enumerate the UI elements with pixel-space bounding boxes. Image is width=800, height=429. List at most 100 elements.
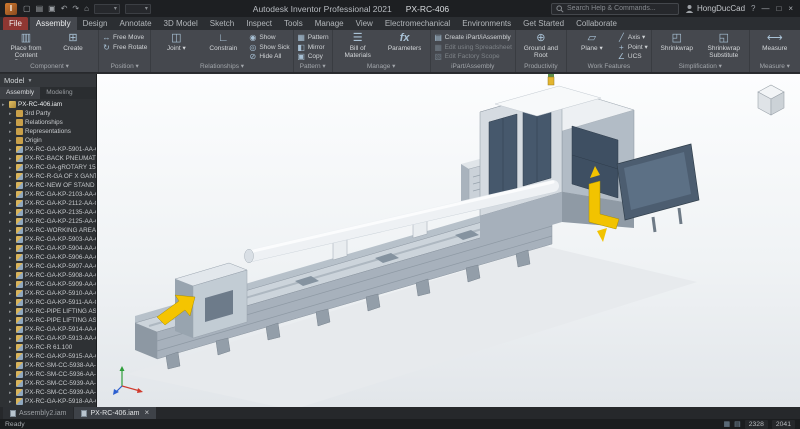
ribbon-button-hide-all[interactable]: ⊘Hide All <box>248 53 289 62</box>
expand-arrow-icon[interactable]: ▸ <box>9 300 14 306</box>
tree-item[interactable]: ▸PX-RC-GA-KP-2112-AA-COLOUR <box>0 199 96 208</box>
tree-item[interactable]: ▸PX-RC-GA-KP-5908-AA-COLOUR <box>0 271 96 280</box>
ribbon-button-bill-of-materials[interactable]: ☰Bill of Materials <box>336 32 380 59</box>
expand-arrow-icon[interactable]: ▸ <box>9 246 14 252</box>
expand-arrow-icon[interactable]: ▸ <box>9 228 14 234</box>
expand-arrow-icon[interactable]: ▸ <box>9 318 14 324</box>
model-3d[interactable] <box>97 74 800 407</box>
expand-arrow-icon[interactable]: ▸ <box>9 210 14 216</box>
ribbon-tab-inspect[interactable]: Inspect <box>240 17 278 30</box>
tab-modeling[interactable]: Modeling <box>40 87 78 99</box>
expand-arrow-icon[interactable]: ▸ <box>9 174 14 180</box>
expand-arrow-icon[interactable]: ▸ <box>9 138 14 144</box>
expand-arrow-icon[interactable]: ▸ <box>9 255 14 261</box>
expand-arrow-icon[interactable]: ▸ <box>9 372 14 378</box>
tree-item[interactable]: ▸Origin <box>0 136 96 145</box>
tree-item[interactable]: ▸PX-RC-GA-KP-5906-AA-COLOUR... <box>0 253 96 262</box>
tree-item[interactable]: ▸PX-RC-GA-gROTARY 1530. <box>0 163 96 172</box>
ribbon-tab-get-started[interactable]: Get Started <box>517 17 570 30</box>
expand-arrow-icon[interactable]: ▸ <box>9 120 14 126</box>
ribbon-group-label-component[interactable]: Component ▾ <box>4 62 95 72</box>
tree-item[interactable]: ▸PX-RC-SM-CC-5939-AA-COLOUR... <box>0 388 96 397</box>
expand-arrow-icon[interactable]: ▸ <box>9 129 14 135</box>
ribbon-tab-view[interactable]: View <box>350 17 379 30</box>
tree-item[interactable]: ▸PX-RC-PIPE LIFTING ASM FOR GA... <box>0 307 96 316</box>
ribbon-button-free-rotate[interactable]: ↻Free Rotate <box>102 44 147 53</box>
tree-item[interactable]: ▸PX-RC-GA-KP-5907-AA-COLOUR <box>0 262 96 271</box>
inventor-logo-icon[interactable]: I <box>5 3 17 15</box>
search-input[interactable]: Search Help & Commands... <box>551 3 679 15</box>
ribbon-group-label-simplification[interactable]: Simplification ▾ <box>655 62 746 72</box>
viewport-3d[interactable] <box>97 74 800 407</box>
ribbon-tab-electromechanical[interactable]: Electromechanical <box>379 17 456 30</box>
tree-item[interactable]: ▸PX-RC-SM-CC-5938-AA-COLOUR... <box>0 361 96 370</box>
ribbon-group-label-productivity[interactable]: Productivity <box>519 62 563 72</box>
ribbon-tab-assembly[interactable]: Assembly <box>30 17 77 30</box>
expand-arrow-icon[interactable]: ▸ <box>9 291 14 297</box>
ribbon-button-joint[interactable]: ◫Joint ▾ <box>154 32 198 52</box>
expand-arrow-icon[interactable]: ▸ <box>9 345 14 351</box>
close-icon[interactable]: × <box>788 4 793 13</box>
ribbon-button-parameters[interactable]: fxParameters <box>383 32 427 52</box>
ribbon-group-label-position[interactable]: Position ▾ <box>102 62 147 72</box>
maximize-icon[interactable]: □ <box>777 4 782 13</box>
tree-item[interactable]: ▸PX-RC-SM-CC-5936-AA-COLOUR... <box>0 370 96 379</box>
tree-item[interactable]: ▸PX-RC-406.iam <box>0 100 96 109</box>
expand-arrow-icon[interactable]: ▸ <box>9 111 14 117</box>
expand-arrow-icon[interactable]: ▸ <box>9 147 14 153</box>
close-tab-icon[interactable]: × <box>144 409 149 417</box>
expand-arrow-icon[interactable]: ▸ <box>2 102 7 108</box>
qat-dropdown[interactable]: ▾ <box>125 4 151 14</box>
ribbon-group-label-pattern[interactable]: Pattern ▾ <box>297 62 329 72</box>
save-icon[interactable]: ▣ <box>48 4 56 14</box>
tree-item[interactable]: ▸PX-RC-GA-KP-5910-AA-COLOUR... <box>0 289 96 298</box>
tree-item[interactable]: ▸PX-RC-GA-KP-2103-AA-COLOUR... <box>0 190 96 199</box>
ribbon-tab-annotate[interactable]: Annotate <box>113 17 157 30</box>
expand-arrow-icon[interactable]: ▸ <box>9 156 14 162</box>
tree-item[interactable]: ▸PX-RC-GA-KP-5909-AA-COLOUR... <box>0 280 96 289</box>
tree-item[interactable]: ▸3rd Party <box>0 109 96 118</box>
tree-item[interactable]: ▸PX-RC-GA-KP-5911-AA-COLOUR <box>0 298 96 307</box>
ribbon-tab-design[interactable]: Design <box>77 17 114 30</box>
ribbon-tab-tools[interactable]: Tools <box>278 17 309 30</box>
tree-item[interactable]: ▸PX-RC-GA-KP-5903-AA-COLOUR... <box>0 235 96 244</box>
ribbon-button-mirror[interactable]: ◧Mirror <box>297 44 329 53</box>
ribbon-button-copy[interactable]: ▣Copy <box>297 53 329 62</box>
tree-item[interactable]: ▸PX-RC-NEW OF STAND FOR GLOB... <box>0 181 96 190</box>
ribbon-button-constrain[interactable]: ∟Constrain <box>201 32 245 52</box>
ribbon-group-label-manage[interactable]: Manage ▾ <box>336 62 427 72</box>
user-account-button[interactable]: HongDucCad <box>685 4 745 13</box>
tree-item[interactable]: ▸Representations <box>0 127 96 136</box>
ribbon-button-shrinkwrap[interactable]: ◰Shrinkwrap <box>655 32 699 52</box>
tree-item[interactable]: ▸PX-RC-GA-KP-2125-AA-COLOUR <box>0 217 96 226</box>
ribbon-button-measure[interactable]: ⟷Measure <box>753 32 797 52</box>
ribbon-button-ucs[interactable]: ∠UCS <box>617 53 648 62</box>
ribbon-button-pattern[interactable]: ▦Pattern <box>297 34 329 43</box>
expand-arrow-icon[interactable]: ▸ <box>9 363 14 369</box>
undo-icon[interactable]: ↶ <box>61 4 68 14</box>
ribbon-button-point[interactable]: +Point ▾ <box>617 44 648 53</box>
expand-arrow-icon[interactable]: ▸ <box>9 264 14 270</box>
ribbon-button-edit-using-spreadsheet[interactable]: ▦Edit using Spreadsheet <box>434 44 512 53</box>
expand-arrow-icon[interactable]: ▸ <box>9 201 14 207</box>
tree-item[interactable]: ▸PX-RC-R-GA OF X GANTRY ASSEM... <box>0 172 96 181</box>
tree-item[interactable]: ▸PX-RC-GA-KP-5901-AA-COLOUR... <box>0 145 96 154</box>
minimize-icon[interactable]: — <box>762 4 770 13</box>
ribbon-group-label-measure[interactable]: Measure ▾ <box>753 62 797 72</box>
tree-item[interactable]: ▸Relationships <box>0 118 96 127</box>
ribbon-button-axis[interactable]: ╱Axis ▾ <box>617 34 648 43</box>
viewcube[interactable] <box>751 79 791 119</box>
ribbon-button-ground-and-root[interactable]: ⊕Ground and Root <box>519 32 563 59</box>
expand-arrow-icon[interactable]: ▸ <box>9 390 14 396</box>
ribbon-group-label-work-features[interactable]: Work Features <box>570 62 648 72</box>
tree-item[interactable]: ▸PX-RC-PIPE LIFTING ASM FOR GL... <box>0 316 96 325</box>
expand-arrow-icon[interactable]: ▸ <box>9 165 14 171</box>
tree-item[interactable]: ▸PX-RC-GA-KP-5918-AA-COLOUR... <box>0 397 96 406</box>
tree-item[interactable]: ▸PX-RC-GA-KP-2135-AA-COLOUR... <box>0 208 96 217</box>
browser-header[interactable]: Model ▼ <box>0 74 96 87</box>
ribbon-tab-sketch[interactable]: Sketch <box>204 17 240 30</box>
tree-item[interactable]: ▸PX-RC-SM-CC-5939-AA-COLOUR... <box>0 379 96 388</box>
open-file-icon[interactable]: ▤ <box>36 4 44 14</box>
ribbon-button-plane[interactable]: ▱Plane ▾ <box>570 32 614 52</box>
ribbon-button-create[interactable]: ⊞Create <box>51 32 95 52</box>
